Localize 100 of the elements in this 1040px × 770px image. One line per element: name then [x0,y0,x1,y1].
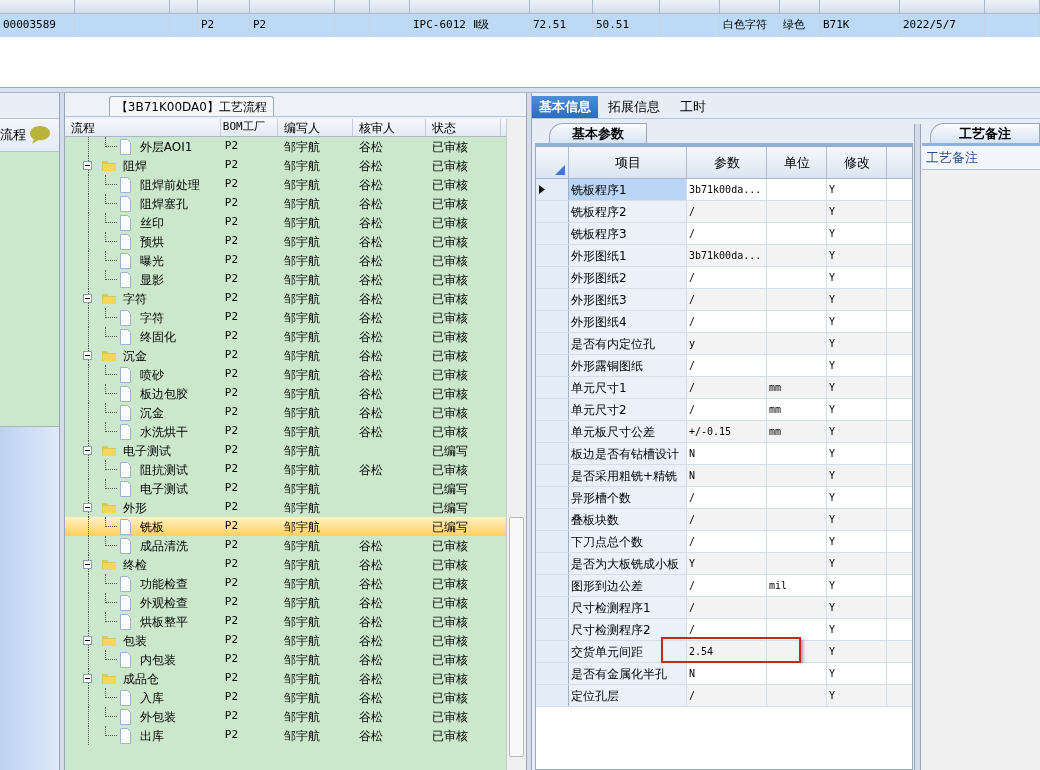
tree-row[interactable]: 外观检查 P2 邹宇航 谷松 已审核 [64,593,506,612]
tree-row[interactable]: 功能检查 P2 邹宇航 谷松 已审核 [64,574,506,593]
column-header[interactable] [250,0,335,14]
column-header[interactable]: 参数 [687,147,767,178]
table-row[interactable]: 外形图纸2 / Y [536,267,912,289]
tree-row[interactable]: 终检 P2 邹宇航 谷松 已审核 [64,555,506,574]
expander-icon[interactable] [82,674,92,683]
tree-row[interactable]: 烘板整平 P2 邹宇航 谷松 已审核 [64,612,506,631]
table-row[interactable]: 是否有金属化半孔 N Y [536,663,912,685]
column-header[interactable] [660,0,720,14]
tree-row[interactable]: 字符 P2 邹宇航 谷松 已审核 [64,308,506,327]
table-row[interactable]: 外形图纸4 / Y [536,311,912,333]
speech-bubble-icon[interactable] [28,125,51,145]
column-header[interactable]: BOM工厂 [220,119,278,136]
tree-row[interactable]: 阻焊 P2 邹宇航 谷松 已审核 [64,156,506,175]
expander-icon[interactable] [82,503,92,512]
tab[interactable]: 基本信息 [532,96,598,118]
table-row[interactable]: 板边是否有钻槽设计 N Y [536,443,912,465]
column-header[interactable] [985,0,1040,14]
table-row[interactable]: 下刀点总个数 / Y [536,531,912,553]
tab[interactable]: 基本参数 [549,123,647,143]
column-header[interactable]: 修改 [827,147,887,178]
tree-row[interactable]: 外包装 P2 邹宇航 谷松 已审核 [64,707,506,726]
tree-row[interactable]: 终固化 P2 邹宇航 谷松 已审核 [64,327,506,346]
tree-row[interactable]: 出库 P2 邹宇航 谷松 已审核 [64,726,506,745]
table-row[interactable]: 定位孔层 / Y [536,685,912,707]
expander-icon[interactable] [82,161,92,170]
table-row[interactable]: 外形图纸3 / Y [536,289,912,311]
table-row[interactable]: 单元尺寸1 / mm Y [536,377,912,399]
table-row[interactable]: 铣板程序2 / Y [536,201,912,223]
column-header[interactable]: 单位 [767,147,827,178]
tree-row[interactable]: 阻焊前处理 P2 邹宇航 谷松 已审核 [64,175,506,194]
tree-row[interactable]: 显影 P2 邹宇航 谷松 已审核 [64,270,506,289]
column-header[interactable] [410,0,530,14]
tree-row[interactable]: 成品清洗 P2 邹宇航 谷松 已审核 [64,536,506,555]
tree-row[interactable]: 成品仓 P2 邹宇航 谷松 已审核 [64,669,506,688]
column-header[interactable] [335,0,370,14]
tree-row[interactable]: 内包装 P2 邹宇航 谷松 已审核 [64,650,506,669]
tree-row[interactable]: 铣板 P2 邹宇航 已编写 [64,517,506,536]
column-header[interactable]: 流程 [64,119,221,136]
expander-icon[interactable] [82,560,92,569]
table-row[interactable]: 是否为大板铣成小板 Y Y [536,553,912,575]
column-header[interactable] [170,0,198,14]
column-header[interactable]: 编写人 [277,119,353,136]
table-row[interactable]: 尺寸检测程序1 / Y [536,597,912,619]
table-row[interactable]: 单元板尺寸公差 +/-0.15 mm Y [536,421,912,443]
column-header[interactable] [198,0,250,14]
tree-row[interactable]: 电子测试 P2 邹宇航 已编写 [64,441,506,460]
tree-row[interactable]: 曝光 P2 邹宇航 谷松 已审核 [64,251,506,270]
expander-icon[interactable] [82,446,92,455]
tab[interactable]: 拓展信息 [598,96,670,118]
scrollbar[interactable] [505,119,526,770]
table-row[interactable]: 外形图纸1 3b71k00da... Y [536,245,912,267]
splitter[interactable] [0,88,1040,93]
tree-row[interactable]: 预烘 P2 邹宇航 谷松 已审核 [64,232,506,251]
tree-row[interactable]: 包装 P2 邹宇航 谷松 已审核 [64,631,506,650]
tree-row[interactable]: 板边包胶 P2 邹宇航 谷松 已审核 [64,384,506,403]
column-header[interactable]: 核审人 [352,119,426,136]
tree-row[interactable]: 外层AOI1 P2 邹宇航 谷松 已审核 [64,137,506,156]
column-header[interactable]: 项目 [569,147,687,178]
tree-row[interactable]: 电子测试 P2 邹宇航 已编写 [64,479,506,498]
table-row[interactable]: 尺寸检测程序2 / Y [536,619,912,641]
tree-row[interactable]: 丝印 P2 邹宇航 谷松 已审核 [64,213,506,232]
table-row[interactable]: 异形槽个数 / Y [536,487,912,509]
tree-row[interactable]: 入库 P2 邹宇航 谷松 已审核 [64,688,506,707]
tree-row[interactable]: 阻焊塞孔 P2 邹宇航 谷松 已审核 [64,194,506,213]
tree-row[interactable]: 阻抗测试 P2 邹宇航 谷松 已审核 [64,460,506,479]
notes-field[interactable] [922,170,1040,770]
table-row[interactable]: 图形到边公差 / mil Y [536,575,912,597]
tree-row[interactable]: 字符 P2 邹宇航 谷松 已审核 [64,289,506,308]
column-header[interactable] [820,0,900,14]
column-header[interactable] [720,0,780,14]
splitter[interactable] [58,93,65,770]
column-header[interactable]: 状态 [425,119,501,136]
tree-row[interactable]: 沉金 P2 邹宇航 谷松 已审核 [64,346,506,365]
column-header[interactable] [530,0,593,14]
row-header[interactable] [536,179,569,200]
table-row[interactable]: 是否有内定位孔 y Y [536,333,912,355]
table-row[interactable]: 叠板块数 / Y [536,509,912,531]
expander-icon[interactable] [82,636,92,645]
table-row[interactable]: 单元尺寸2 / mm Y [536,399,912,421]
expander-icon[interactable] [82,294,92,303]
table-row[interactable]: 外形露铜图纸 / Y [536,355,912,377]
table-row[interactable]: 铣板程序1 3b71k00da... Y [536,179,912,201]
table-row[interactable]: 是否采用粗铣+精铣 N Y [536,465,912,487]
column-header[interactable] [780,0,820,14]
tab[interactable]: 工艺备注 [930,123,1040,143]
table-row[interactable]: 铣板程序3 / Y [536,223,912,245]
tree-row[interactable]: 水洗烘干 P2 邹宇航 谷松 已审核 [64,422,506,441]
tree-row[interactable]: 喷砂 P2 邹宇航 谷松 已审核 [64,365,506,384]
tab[interactable]: 工时 [670,96,716,118]
tree-row[interactable]: 沉金 P2 邹宇航 谷松 已审核 [64,403,506,422]
expander-icon[interactable] [82,351,92,360]
column-header[interactable] [370,0,410,14]
column-header[interactable] [593,0,660,14]
column-header[interactable] [900,0,985,14]
splitter[interactable] [914,124,921,770]
table-row[interactable]: 00003589 P2 P2 IPC-6012 Ⅱ级 72.51 50.51 白色字符 绿色 B71K 2022/5/7 [0,14,1040,37]
table-row[interactable]: 交货单元间距 2.54 Y [536,641,912,663]
column-header[interactable] [0,0,75,14]
